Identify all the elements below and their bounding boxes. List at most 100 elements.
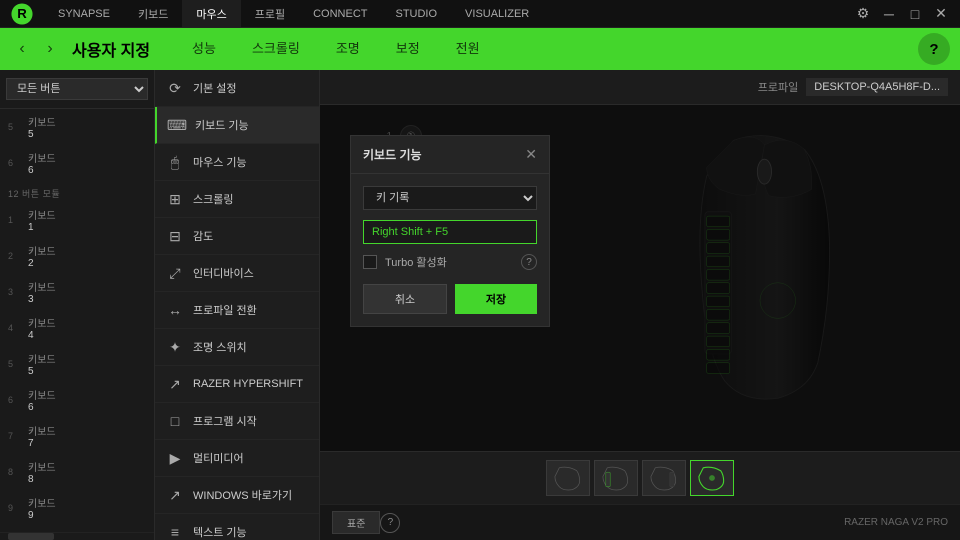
menu-item-multimedia[interactable]: ▶ 멀티미디어 (155, 440, 319, 477)
left-sidebar: 모든 버튼 5 키보드 5 6 키보드 6 12 버튼 모듈 1 (0, 70, 155, 540)
menu-item-lighting-switch[interactable]: ✦ 조명 스위치 (155, 329, 319, 366)
menu-item-keyboard-function[interactable]: ⌨ 키보드 기능 (155, 107, 319, 144)
lighting-icon: ✦ (167, 339, 183, 355)
nav-visualizer[interactable]: VISUALIZER (451, 0, 543, 27)
standard-profile-button[interactable]: 표준 (332, 511, 380, 534)
thumbnail-4[interactable] (690, 460, 734, 496)
list-item[interactable]: 3 키보드 3 (0, 274, 154, 310)
list-item[interactable]: 6 키보드 6 (0, 145, 154, 181)
menu-label: WINDOWS 바로가기 (193, 487, 292, 503)
nav-keyboard[interactable]: 키보드 (124, 0, 182, 27)
menu-label: 조명 스위치 (193, 339, 247, 355)
list-item[interactable]: 4 키보드 4 (0, 310, 154, 346)
keyboard-icon: ⌨ (169, 117, 185, 133)
button-filter-select[interactable]: 모든 버튼 (6, 78, 148, 100)
nav-mouse[interactable]: 마우스 (182, 0, 240, 27)
turbo-checkbox[interactable] (363, 255, 377, 269)
nav-profile[interactable]: 프로필 (241, 0, 299, 27)
minimize-button[interactable]: ─ (878, 3, 900, 25)
tab-lighting[interactable]: 조명 (318, 28, 378, 70)
razer-logo: R (0, 0, 44, 27)
page-title: 사용자 지정 (72, 37, 150, 61)
modal-buttons: 취소 저장 (363, 284, 537, 314)
thumbnail-1[interactable] (546, 460, 590, 496)
right-area: 프로파일 DESKTOP-Q4A5H8F-D... 1 ① 2 ② 3 ③ (320, 70, 960, 540)
multimedia-icon: ▶ (167, 450, 183, 466)
list-item[interactable]: 7 키보드 7 (0, 418, 154, 454)
list-item[interactable]: 6 키보드 6 (0, 382, 154, 418)
menu-label: 프로파일 전환 (193, 302, 257, 318)
tab-scrolling[interactable]: 스크롤링 (234, 28, 318, 70)
menu-label: 키보드 기능 (195, 117, 249, 133)
scrollbar[interactable] (0, 532, 154, 540)
menu-item-mouse-function[interactable]: 🖱 마우스 기능 (155, 144, 319, 181)
menu-label: 스크롤링 (193, 191, 233, 207)
menu-label: 마우스 기능 (193, 154, 247, 170)
svg-text:R: R (17, 5, 27, 20)
section-label: 12 버튼 모듈 (0, 181, 154, 202)
menu-label: RAZER HYPERSHIFT (193, 378, 303, 390)
model-name: RAZER NAGA V2 PRO (400, 517, 948, 528)
back-button[interactable]: ‹ (10, 37, 34, 61)
menu-item-program-launch[interactable]: □ 프로그램 시작 (155, 403, 319, 440)
menu-item-sensitivity[interactable]: ⊟ 감도 (155, 218, 319, 255)
mouse-thumbnails (320, 451, 960, 504)
main-layout: 모든 버튼 5 키보드 5 6 키보드 6 12 버튼 모듈 1 (0, 70, 960, 540)
bottom-help-icon[interactable]: ? (380, 513, 400, 533)
turbo-help-icon[interactable]: ? (521, 254, 537, 270)
menu-item-profile-switch[interactable]: ↔ 프로파일 전환 (155, 292, 319, 329)
menu-label: 멀티미디어 (193, 450, 244, 466)
menu-label: 감도 (193, 228, 213, 244)
tab-calibration[interactable]: 보정 (378, 28, 438, 70)
text-icon: ≡ (167, 524, 183, 540)
menu-label: 기본 설정 (193, 80, 237, 96)
nav-connect[interactable]: CONNECT (299, 0, 381, 27)
menu-item-razer-hypershift[interactable]: ↗ RAZER HYPERSHIFT (155, 366, 319, 403)
menu-item-windows-shortcut[interactable]: ↗ WINDOWS 바로가기 (155, 477, 319, 514)
refresh-icon: ⟳ (167, 80, 183, 96)
scroll-icon: ⊞ (167, 191, 183, 207)
sensitivity-icon: ⊟ (167, 228, 183, 244)
nav-synapse[interactable]: SYNAPSE (44, 0, 124, 27)
list-item[interactable]: 1 키보드 1 (0, 202, 154, 238)
menu-item-scrolling[interactable]: ⊞ 스크롤링 (155, 181, 319, 218)
hypershift-icon: ↗ (167, 376, 183, 392)
turbo-row: Turbo 활성화 ? (363, 254, 537, 270)
list-item[interactable]: 5 키보드 5 (0, 346, 154, 382)
list-item[interactable]: 9 키보드 9 (0, 490, 154, 526)
thumbnail-2[interactable] (594, 460, 638, 496)
menu-label: 프로그램 시작 (193, 413, 257, 429)
close-button[interactable]: ✕ (930, 3, 952, 25)
tab-performance[interactable]: 성능 (174, 28, 234, 70)
menu-label: 텍스트 기능 (193, 524, 247, 540)
list-item[interactable]: 8 키보드 8 (0, 454, 154, 490)
tab-power[interactable]: 전원 (438, 28, 498, 70)
save-button[interactable]: 저장 (455, 284, 537, 314)
keyboard-function-modal: 키보드 기능 ✕ 키 기록 Turbo 활성화 ? (350, 135, 550, 327)
inter-device-icon: ⤢ (167, 265, 183, 281)
profile-switch-icon: ↔ (167, 302, 183, 318)
menu-item-text-function[interactable]: ≡ 텍스트 기능 (155, 514, 319, 540)
modal-header: 키보드 기능 ✕ (351, 136, 549, 174)
turbo-label: Turbo 활성화 (385, 254, 447, 270)
mouse-display: 1 ① 2 ② 3 ③ 4 ④ 5 ⑤ (320, 105, 960, 451)
thumbnail-3[interactable] (642, 460, 686, 496)
list-item[interactable]: 2 키보드 2 (0, 238, 154, 274)
nav-studio[interactable]: STUDIO (381, 0, 451, 27)
maximize-button[interactable]: □ (904, 3, 926, 25)
menu-item-inter-device[interactable]: ⤢ 인터디바이스 (155, 255, 319, 292)
list-item[interactable]: 5 키보드 5 (0, 109, 154, 145)
key-type-select[interactable]: 키 기록 (363, 186, 537, 210)
profile-bar: 프로파일 DESKTOP-Q4A5H8F-D... (320, 70, 960, 105)
modal-close-button[interactable]: ✕ (525, 146, 537, 163)
profile-label: 프로파일 (758, 79, 798, 95)
help-button[interactable]: ? (918, 33, 950, 65)
key-input[interactable] (363, 220, 537, 244)
button-filter-dropdown[interactable]: 모든 버튼 (0, 70, 154, 109)
menu-item-basic-setup[interactable]: ⟳ 기본 설정 (155, 70, 319, 107)
settings-icon[interactable]: ⚙ (852, 3, 874, 25)
modal-title: 키보드 기능 (363, 146, 422, 163)
top-navigation: R SYNAPSE 키보드 마우스 프로필 CONNECT STUDIO VIS… (0, 0, 960, 28)
forward-button[interactable]: › (38, 37, 62, 61)
cancel-button[interactable]: 취소 (363, 284, 447, 314)
